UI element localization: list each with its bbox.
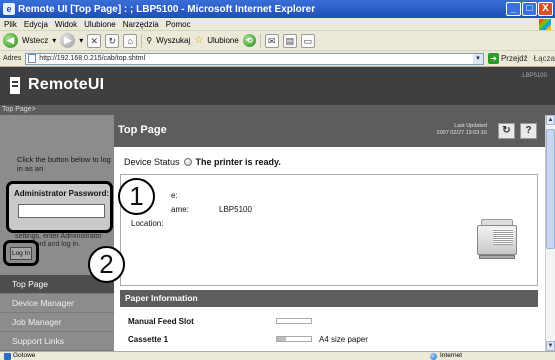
- admin-password-input[interactable]: [18, 204, 105, 218]
- address-dropdown-icon[interactable]: ▾: [472, 53, 483, 64]
- printer-name-value: LBP5100: [219, 205, 252, 214]
- sidebar: Click the button below to log in as an A…: [0, 115, 114, 351]
- help-button[interactable]: ?: [520, 123, 537, 139]
- sidebar-item-job-manager[interactable]: Job Manager: [0, 313, 114, 332]
- forward-dropdown-icon[interactable]: ▾: [79, 36, 83, 45]
- address-url: http://192.168.0.215/cab/top.shtml: [39, 55, 146, 62]
- mail-icon[interactable]: ✉: [264, 33, 279, 48]
- scroll-thumb[interactable]: [546, 129, 555, 249]
- paper-level-fill: [277, 337, 286, 341]
- menu-edit[interactable]: Edycja: [24, 20, 48, 29]
- device-info-box: e: ame: LBP5100 Location:: [120, 174, 538, 286]
- scroll-up-icon[interactable]: ▲: [546, 115, 555, 125]
- window-titlebar: e Remote UI [Top Page] : ; LBP5100 - Mic…: [0, 0, 555, 18]
- go-button[interactable]: ➔ Przejdź: [487, 53, 528, 64]
- paper-level-gauge: [276, 318, 312, 324]
- device-name-label: e:: [171, 191, 178, 200]
- login-instruction: Click the button below to log in as an: [17, 155, 111, 173]
- menu-favorites[interactable]: Ulubione: [84, 20, 116, 29]
- maximize-button[interactable]: □: [522, 2, 537, 16]
- print-icon[interactable]: ▤: [282, 33, 297, 48]
- content-header: Top Page Last Updated 2007 02/27 13:03:1…: [114, 115, 545, 147]
- favorites-star-icon[interactable]: ☆: [194, 35, 203, 46]
- device-status-value: The printer is ready.: [195, 157, 281, 167]
- favorites-button-label[interactable]: Ulubione: [207, 36, 239, 45]
- refresh-icon[interactable]: ↻: [105, 33, 120, 48]
- forward-arrow-icon[interactable]: ▶: [60, 33, 76, 48]
- paper-information-header: Paper Information: [120, 290, 538, 307]
- page-title: Top Page: [118, 124, 167, 136]
- printer-logo-icon: [10, 77, 20, 94]
- callout-2: 2: [88, 246, 125, 283]
- scroll-down-icon[interactable]: ▼: [546, 341, 555, 351]
- paper-size-value: A4 size paper: [319, 335, 368, 344]
- address-label: Adres: [3, 55, 22, 62]
- admin-password-highlight: Administrator Password:: [6, 181, 113, 233]
- printer-name-label: ame:: [171, 205, 189, 214]
- last-updated-value: 2007 02/27 13:03:15: [436, 130, 487, 136]
- stop-icon[interactable]: ✕: [87, 33, 102, 48]
- page-icon: [28, 54, 37, 63]
- window-title: Remote UI [Top Page] : ; LBP5100 - Micro…: [18, 3, 316, 15]
- remote-ui-header: RemoteUI LBP5100: [0, 67, 555, 105]
- home-icon[interactable]: ⌂: [123, 33, 138, 48]
- toolbar-separator-2: [259, 33, 261, 48]
- sidebar-item-device-manager[interactable]: Device Manager: [0, 294, 114, 313]
- menu-bar: Plik Edycja Widok Ulubione Narzędzia Pom…: [0, 18, 555, 31]
- menu-view[interactable]: Widok: [55, 20, 77, 29]
- history-icon[interactable]: ⟲: [242, 34, 256, 47]
- paper-row-label: Cassette 1: [128, 335, 169, 344]
- zone-text: Internet: [440, 352, 463, 359]
- windows-logo-icon: [539, 19, 551, 30]
- done-icon: [4, 352, 11, 360]
- vertical-scrollbar[interactable]: ▲ ▼: [545, 115, 555, 351]
- back-button-label[interactable]: Wstecz: [22, 36, 48, 45]
- menu-help[interactable]: Pomoc: [166, 20, 191, 29]
- close-button[interactable]: X: [538, 2, 553, 16]
- browser-toolbar: ◀ Wstecz ▾ ▶ ▾ ✕ ↻ ⌂ ⚲ Wyszukaj ☆ Ulubio…: [0, 31, 555, 51]
- minimize-button[interactable]: _: [506, 2, 521, 16]
- status-bar: Gotowe Internet: [0, 351, 555, 360]
- status-text: Gotowe: [13, 352, 36, 359]
- back-dropdown-icon[interactable]: ▾: [52, 36, 56, 45]
- sidebar-item-support-links[interactable]: Support Links: [0, 332, 114, 351]
- admin-password-label: Administrator Password:: [14, 189, 110, 198]
- login-highlight: Log In: [3, 240, 39, 266]
- header-model: LBP5100: [522, 73, 547, 79]
- printer-image: [477, 219, 517, 259]
- paper-level-gauge: [276, 336, 312, 342]
- device-status-label: Device Status: [124, 157, 180, 167]
- remote-ui-logo: RemoteUI: [28, 76, 105, 93]
- search-icon[interactable]: ⚲: [146, 36, 152, 45]
- sidebar-nav: Top Page Device Manager Job Manager Supp…: [0, 275, 114, 351]
- menu-tools[interactable]: Narzędzia: [123, 20, 159, 29]
- ie-icon: e: [3, 3, 15, 15]
- status-indicator-icon: [183, 158, 192, 166]
- go-arrow-icon: ➔: [487, 53, 499, 64]
- last-updated: Last Updated 2007 02/27 13:03:15: [437, 123, 487, 137]
- breadcrumb[interactable]: Top Page>: [0, 105, 555, 115]
- callout-1: 1: [118, 178, 155, 215]
- edit-icon[interactable]: ▭: [300, 33, 315, 48]
- back-arrow-icon[interactable]: ◀: [3, 33, 18, 48]
- menu-file[interactable]: Plik: [4, 20, 17, 29]
- internet-zone-icon: [430, 352, 437, 360]
- login-button[interactable]: Log In: [10, 247, 32, 260]
- search-button-label[interactable]: Wyszukaj: [156, 36, 190, 45]
- location-label: Location:: [131, 219, 164, 228]
- links-button[interactable]: Łącza: [534, 54, 555, 63]
- main-content: Device Status The printer is ready. e: a…: [114, 147, 545, 351]
- go-label: Przejdź: [500, 54, 528, 63]
- toolbar-separator: [141, 33, 143, 48]
- device-status: Device Status The printer is ready.: [124, 157, 281, 167]
- refresh-button[interactable]: ↻: [498, 123, 515, 139]
- address-input[interactable]: http://192.168.0.215/cab/top.shtml ▾: [25, 52, 484, 65]
- paper-row-label: Manual Feed Slot: [128, 317, 194, 326]
- address-bar: Adres http://192.168.0.215/cab/top.shtml…: [0, 51, 555, 67]
- last-updated-label: Last Updated: [454, 123, 487, 129]
